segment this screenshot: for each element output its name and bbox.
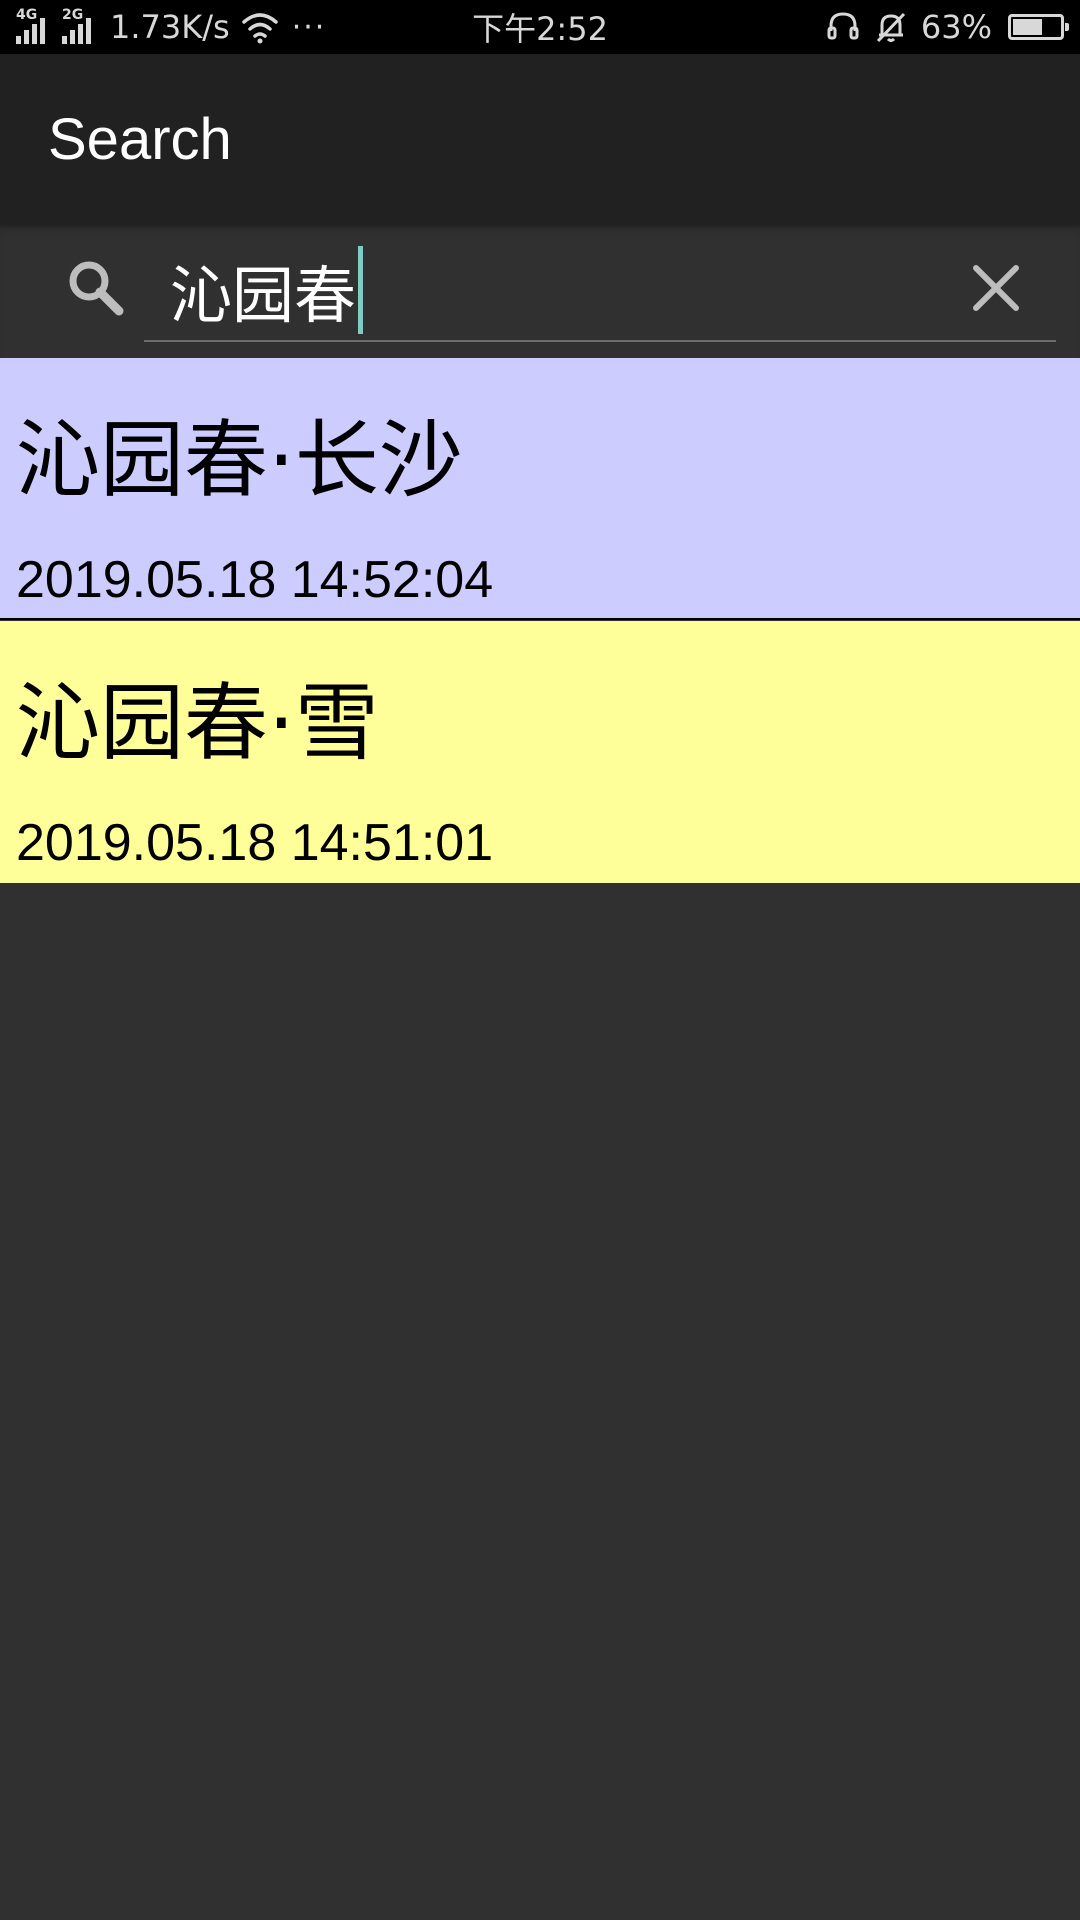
empty-list-area: [0, 883, 1080, 1920]
list-item-date: 2019.05.18 14:52:04: [16, 551, 494, 609]
search-query: 沁园春: [170, 259, 357, 332]
list-item-title: 沁园春·雪: [16, 674, 379, 772]
headset-icon: [827, 12, 859, 40]
list-item[interactable]: 沁园春·雪 2019.05.18 14:51:01: [0, 621, 1080, 883]
signal-icon: 4G: [14, 8, 54, 46]
status-bar: 4G 2G 1.73K/s ··· 下午2:52 63%: [0, 0, 1080, 54]
clock: 下午2:52: [472, 10, 608, 48]
search-icon: [69, 261, 124, 316]
wifi-icon: [241, 13, 278, 44]
more-notifications: ···: [291, 9, 327, 45]
list-item-title: 沁园春·长沙: [16, 411, 463, 509]
signal-icon: 2G: [60, 8, 100, 46]
app-bar: Search: [0, 54, 1080, 224]
bell-muted-icon: [876, 12, 905, 43]
list-item-date: 2019.05.18 14:51:01: [16, 814, 494, 872]
search-input-text[interactable]: 沁园春: [170, 246, 364, 334]
search-input[interactable]: 沁园春: [144, 238, 1056, 342]
page-title: Search: [48, 106, 232, 172]
status-right: 63%: [825, 0, 1069, 54]
status-left: 4G 2G 1.73K/s ···: [14, 0, 326, 54]
list-item[interactable]: 沁园春·长沙 2019.05.18 14:52:04: [0, 358, 1080, 620]
close-icon[interactable]: [966, 258, 1026, 318]
network-speed: 1.73K/s: [110, 8, 230, 46]
text-cursor: [358, 246, 364, 334]
battery-percent: 63%: [920, 8, 992, 46]
battery-icon: [1008, 14, 1069, 40]
